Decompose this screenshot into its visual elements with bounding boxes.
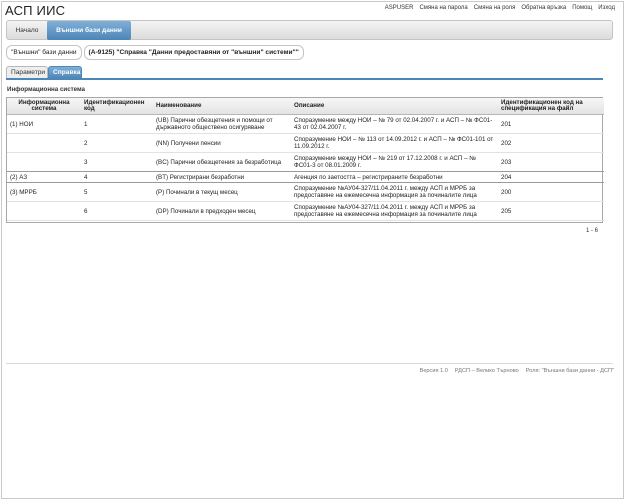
cell-code: 6 xyxy=(81,201,153,221)
footer-role: Роля: "Външни бази данни - ДСП" xyxy=(525,368,614,374)
results-table: Информационна система Идентификационен к… xyxy=(7,98,604,221)
col-header-spec-code[interactable]: Идентификационен код на спецификация на … xyxy=(498,98,604,115)
tab-parameters[interactable]: Параметри xyxy=(6,66,48,78)
help-link[interactable]: Помощ xyxy=(572,5,592,11)
tab-strip: Параметри Справка xyxy=(6,66,603,80)
cell-description: Споразумение между НОИ – № 79 от 02.04.2… xyxy=(291,114,498,134)
table-row[interactable]: 2 (NN) Получени пенсии Споразумение НОИ … xyxy=(7,133,604,153)
cell-spec-code: 203 xyxy=(498,152,604,172)
app-title: АСП ИИС xyxy=(5,3,66,18)
col-header-name[interactable]: Наименование xyxy=(153,98,291,115)
col-header-system[interactable]: Информационна система xyxy=(7,98,81,115)
change-password-link[interactable]: Смяна на парола xyxy=(419,5,467,11)
cell-description: Споразумение между НОИ – № 219 от 17.12.… xyxy=(291,152,498,172)
feedback-link[interactable]: Обратна връзка xyxy=(521,5,566,11)
table-header-row: Информационна система Идентификационен к… xyxy=(7,98,604,115)
table-row[interactable]: (2) АЗ 4 (BT) Регистрирани безработни Аг… xyxy=(7,171,604,183)
table-row[interactable]: (3) МРРБ 5 (P) Починали в текущ месец Сп… xyxy=(7,182,604,202)
breadcrumb: "Външни" бази данни (А-9125) "Справка "Д… xyxy=(6,45,306,60)
cell-name: (NN) Получени пенсии xyxy=(153,133,291,153)
cell-description: Споразумение НОИ – № 113 от 14.09.2012 г… xyxy=(291,133,498,153)
nav-external-databases[interactable]: Външни бази данни xyxy=(47,21,131,40)
cell-system: (1) НОИ xyxy=(7,114,81,134)
user-link[interactable]: ASPUSER xyxy=(385,5,414,11)
col-header-description[interactable]: Описание xyxy=(291,98,498,115)
breadcrumb-parent[interactable]: "Външни" бази данни xyxy=(6,45,82,60)
results-grid: Информационна система Идентификационен к… xyxy=(6,97,604,223)
change-role-link[interactable]: Смяна на роля xyxy=(474,5,516,11)
cell-code: 5 xyxy=(81,182,153,202)
footer-divider xyxy=(6,363,613,364)
col-header-code[interactable]: Идентификационен код xyxy=(81,98,153,115)
section-label: Информационна система xyxy=(7,86,85,93)
cell-description: Споразумение №АУ04-327/11.04.2011 г. меж… xyxy=(291,182,498,202)
cell-name: (DP) Починали в предходен месец xyxy=(153,201,291,221)
table-row[interactable]: (1) НОИ 1 (UB) Парични обезщетения и пом… xyxy=(7,114,604,134)
main-nav: Начало Външни бази данни xyxy=(6,20,613,40)
cell-spec-code: 200 xyxy=(498,182,604,202)
footer-office: РДСП – Велико Търново xyxy=(454,368,519,374)
cell-spec-code: 205 xyxy=(498,201,604,221)
cell-spec-code: 201 xyxy=(498,114,604,134)
nav-home[interactable]: Начало xyxy=(7,21,48,40)
cell-spec-code: 202 xyxy=(498,133,604,153)
cell-code: 2 xyxy=(81,133,153,153)
pager: 1 - 6 xyxy=(585,228,598,234)
cell-name: (P) Починали в текущ месец xyxy=(153,182,291,202)
footer-version: Версия 1.0 xyxy=(419,368,448,374)
table-row[interactable]: 6 (DP) Починали в предходен месец Спораз… xyxy=(7,201,604,221)
logout-link[interactable]: Изход xyxy=(598,5,615,11)
cell-code: 1 xyxy=(81,114,153,134)
cell-system: (2) АЗ xyxy=(7,171,81,183)
tab-reference[interactable]: Справка xyxy=(48,66,82,78)
cell-system: (3) МРРБ xyxy=(7,182,81,202)
cell-system xyxy=(7,133,81,153)
breadcrumb-current: (А-9125) "Справка "Данни предоставяни от… xyxy=(83,45,304,60)
cell-spec-code: 204 xyxy=(498,171,604,183)
cell-code: 4 xyxy=(81,171,153,183)
cell-name: (BT) Регистрирани безработни xyxy=(153,171,291,183)
cell-system xyxy=(7,201,81,221)
cell-name: (BC) Парични обезщетения за безработица xyxy=(153,152,291,172)
cell-name: (UB) Парични обезщетения и помощи от дър… xyxy=(153,114,291,134)
cell-description: Агенция по заетостта – регистрираните бе… xyxy=(291,171,498,183)
cell-system xyxy=(7,152,81,172)
table-row[interactable]: 3 (BC) Парични обезщетения за безработиц… xyxy=(7,152,604,172)
footer: Версия 1.0 РДСП – Велико Търново Роля: "… xyxy=(420,368,614,374)
top-links: ASPUSER Смяна на парола Смяна на роля Об… xyxy=(385,5,615,11)
cell-code: 3 xyxy=(81,152,153,172)
cell-description: Споразумение №АУ04-327/11.04.2011 г. меж… xyxy=(291,201,498,221)
